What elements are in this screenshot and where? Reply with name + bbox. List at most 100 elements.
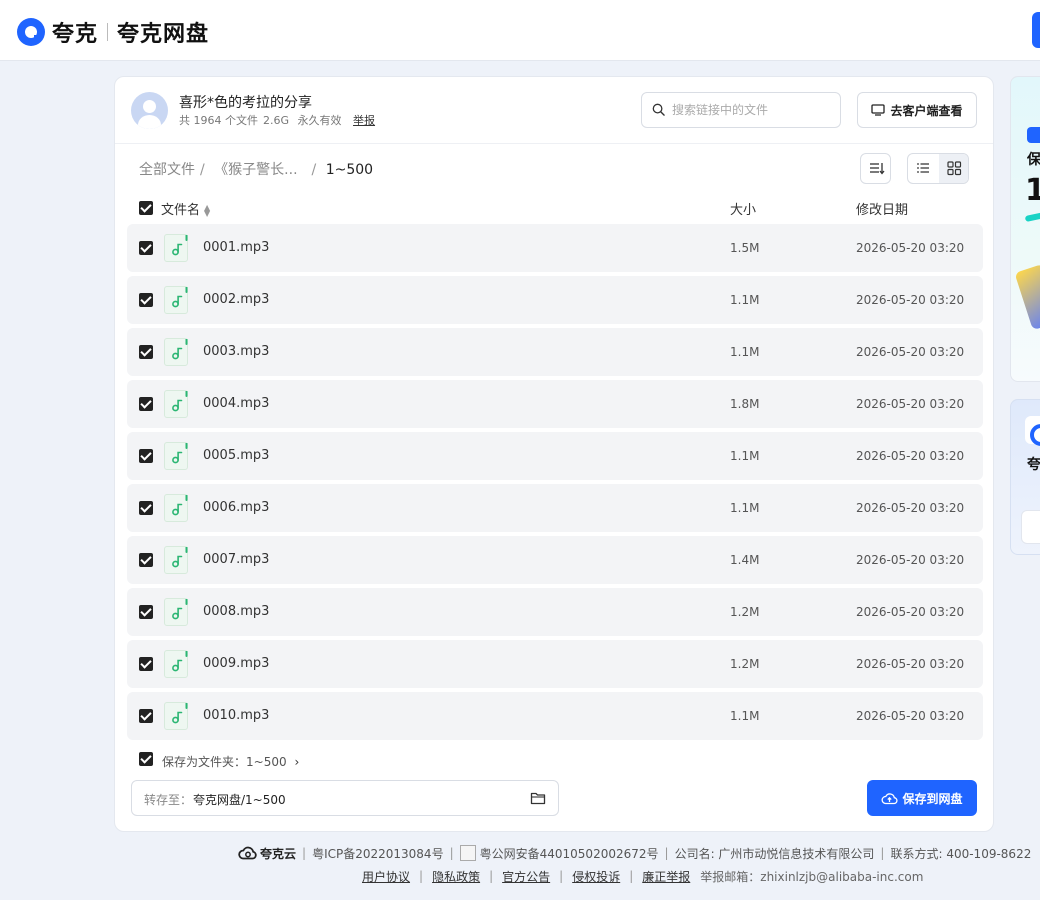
select-all-checkbox[interactable] bbox=[139, 201, 153, 215]
search-input[interactable] bbox=[672, 93, 837, 127]
table-header: 文件名 ▲ ▼ 大小 修改日期 bbox=[127, 195, 983, 221]
footer-link-announcement[interactable]: 官方公告 bbox=[502, 868, 550, 885]
row-checkbox[interactable] bbox=[139, 553, 153, 567]
column-name[interactable]: 文件名 ▲ ▼ bbox=[161, 199, 210, 218]
avatar bbox=[131, 92, 168, 129]
logo-subtitle: 夸克网盘 bbox=[117, 22, 210, 47]
file-name[interactable]: 0001.mp3 bbox=[203, 240, 269, 255]
row-checkbox[interactable] bbox=[139, 345, 153, 359]
table-row[interactable]: 0002.mp3 1.1M 2026-05-20 03:20 bbox=[127, 276, 983, 324]
column-date: 修改日期 bbox=[856, 203, 909, 218]
report-link[interactable]: 举报 bbox=[353, 114, 375, 127]
table-row[interactable]: 0010.mp3 1.1M 2026-05-20 03:20 bbox=[127, 692, 983, 740]
file-name[interactable]: 0008.mp3 bbox=[203, 604, 269, 619]
quark-logo-icon bbox=[17, 18, 45, 46]
row-checkbox[interactable] bbox=[139, 657, 153, 671]
open-client-button[interactable]: 去客户端查看 bbox=[857, 92, 977, 128]
file-name[interactable]: 0009.mp3 bbox=[203, 656, 269, 671]
file-name[interactable]: 0007.mp3 bbox=[203, 552, 269, 567]
row-checkbox[interactable] bbox=[139, 293, 153, 307]
row-checkbox[interactable] bbox=[139, 501, 153, 515]
promo-swoosh bbox=[1024, 209, 1040, 223]
table-row[interactable]: 0004.mp3 1.8M 2026-05-20 03:20 bbox=[127, 380, 983, 428]
divider: | bbox=[880, 846, 885, 860]
destination-field[interactable]: 转存至： 夸克网盘/1~500 bbox=[131, 780, 559, 816]
audio-file-icon bbox=[164, 701, 188, 730]
icp-record[interactable]: 粤ICP备2022013084号 bbox=[312, 845, 444, 862]
audio-file-icon bbox=[164, 441, 188, 470]
row-checkbox[interactable] bbox=[139, 605, 153, 619]
footer-link-privacy[interactable]: 隐私政策 bbox=[432, 868, 480, 885]
cloud-upload-icon bbox=[881, 792, 899, 804]
list-view-button[interactable] bbox=[908, 154, 939, 183]
file-count: 共 1964 个文件 bbox=[179, 114, 258, 127]
footer-link-infringement[interactable]: 侵权投诉 bbox=[572, 868, 620, 885]
divider: | bbox=[559, 869, 564, 883]
divider: | bbox=[419, 869, 424, 883]
footer-link-user-agreement[interactable]: 用户协议 bbox=[362, 868, 410, 885]
file-size: 1.1M bbox=[730, 501, 760, 515]
open-client-label: 去客户端查看 bbox=[890, 103, 963, 118]
table-row[interactable]: 0009.mp3 1.2M 2026-05-20 03:20 bbox=[127, 640, 983, 688]
table-row[interactable]: 0005.mp3 1.1M 2026-05-20 03:20 bbox=[127, 432, 983, 480]
row-checkbox[interactable] bbox=[139, 709, 153, 723]
file-date: 2026-05-20 03:20 bbox=[856, 241, 965, 255]
header-action-button[interactable] bbox=[1032, 12, 1040, 48]
table-row[interactable]: 0006.mp3 1.1M 2026-05-20 03:20 bbox=[127, 484, 983, 532]
search-icon bbox=[652, 103, 665, 116]
footer-line-1: 夸克云 | 粤ICP备2022013084号 | 粤公网安备4401050200… bbox=[238, 843, 1031, 863]
file-name[interactable]: 0005.mp3 bbox=[203, 448, 269, 463]
file-date: 2026-05-20 03:20 bbox=[856, 293, 965, 307]
search-box[interactable] bbox=[641, 92, 841, 128]
file-date: 2026-05-20 03:20 bbox=[856, 397, 965, 411]
row-checkbox[interactable] bbox=[139, 449, 153, 463]
file-date: 2026-05-20 03:20 bbox=[856, 605, 965, 619]
save-as-folder-checkbox[interactable] bbox=[139, 752, 153, 766]
breadcrumb-folder[interactable]: 《猴子警长... bbox=[214, 162, 297, 178]
promo-title: 夸 bbox=[1027, 457, 1040, 473]
save-to-drive-button[interactable]: 保存到网盘 bbox=[867, 780, 977, 816]
footer-link-integrity-report[interactable]: 廉正举报 bbox=[642, 868, 690, 885]
grid-icon bbox=[947, 161, 962, 176]
file-list: 0001.mp3 1.5M 2026-05-20 03:20 0002.mp3 1.1M… bbox=[127, 224, 983, 744]
file-name[interactable]: 0004.mp3 bbox=[203, 396, 269, 411]
share-card: 喜形*色的考拉的分享 共 1964 个文件 2.6G 永久有效 举报 去客户端查看… bbox=[114, 76, 994, 832]
table-row[interactable]: 0007.mp3 1.4M 2026-05-20 03:20 bbox=[127, 536, 983, 584]
file-date: 2026-05-20 03:20 bbox=[856, 345, 965, 359]
promo-button[interactable] bbox=[1021, 510, 1040, 544]
destination-label: 转存至： bbox=[144, 793, 193, 807]
validity: 永久有效 bbox=[297, 114, 342, 127]
breadcrumb-root[interactable]: 全部文件 bbox=[139, 162, 195, 178]
file-name[interactable]: 0002.mp3 bbox=[203, 292, 269, 307]
promo-text: 保 bbox=[1027, 152, 1040, 168]
column-name-label: 文件名 bbox=[161, 203, 201, 218]
promo-illustration bbox=[1014, 263, 1040, 331]
file-date: 2026-05-20 03:20 bbox=[856, 449, 965, 463]
total-size: 2.6G bbox=[263, 114, 290, 127]
grid-view-button[interactable] bbox=[939, 154, 968, 183]
top-bar: 夸克 夸克网盘 bbox=[0, 0, 1040, 61]
table-row[interactable]: 0008.mp3 1.2M 2026-05-20 03:20 bbox=[127, 588, 983, 636]
folder-icon[interactable] bbox=[530, 791, 546, 805]
audio-file-icon bbox=[164, 649, 188, 678]
promo-number: 1 bbox=[1025, 173, 1040, 208]
footer-brand: 夸克云 bbox=[238, 845, 296, 862]
share-header: 喜形*色的考拉的分享 共 1964 个文件 2.6G 永久有效 举报 去客户端查看 bbox=[115, 77, 993, 144]
file-name[interactable]: 0003.mp3 bbox=[203, 344, 269, 359]
table-row[interactable]: 0001.mp3 1.5M 2026-05-20 03:20 bbox=[127, 224, 983, 272]
audio-file-icon bbox=[164, 545, 188, 574]
footer-line-2: 用户协议 | 隐私政策 | 官方公告 | 侵权投诉 | 廉正举报 举报邮箱：zh… bbox=[362, 866, 923, 886]
file-name[interactable]: 0010.mp3 bbox=[203, 708, 269, 723]
quark-logo[interactable]: 夸克 夸克网盘 bbox=[17, 16, 209, 48]
audio-file-icon bbox=[164, 337, 188, 366]
sort-button[interactable] bbox=[860, 153, 891, 184]
promo-banner-top[interactable]: 保 1 bbox=[1010, 76, 1040, 382]
destination-path: 夸克网盘/1~500 bbox=[193, 793, 286, 807]
police-record[interactable]: 粤公网安备44010502002672号 bbox=[480, 845, 659, 862]
table-row[interactable]: 0003.mp3 1.1M 2026-05-20 03:20 bbox=[127, 328, 983, 376]
row-checkbox[interactable] bbox=[139, 241, 153, 255]
file-name[interactable]: 0006.mp3 bbox=[203, 500, 269, 515]
row-checkbox[interactable] bbox=[139, 397, 153, 411]
promo-badge bbox=[1027, 127, 1040, 143]
promo-banner-bottom[interactable]: 夸 bbox=[1010, 399, 1040, 555]
